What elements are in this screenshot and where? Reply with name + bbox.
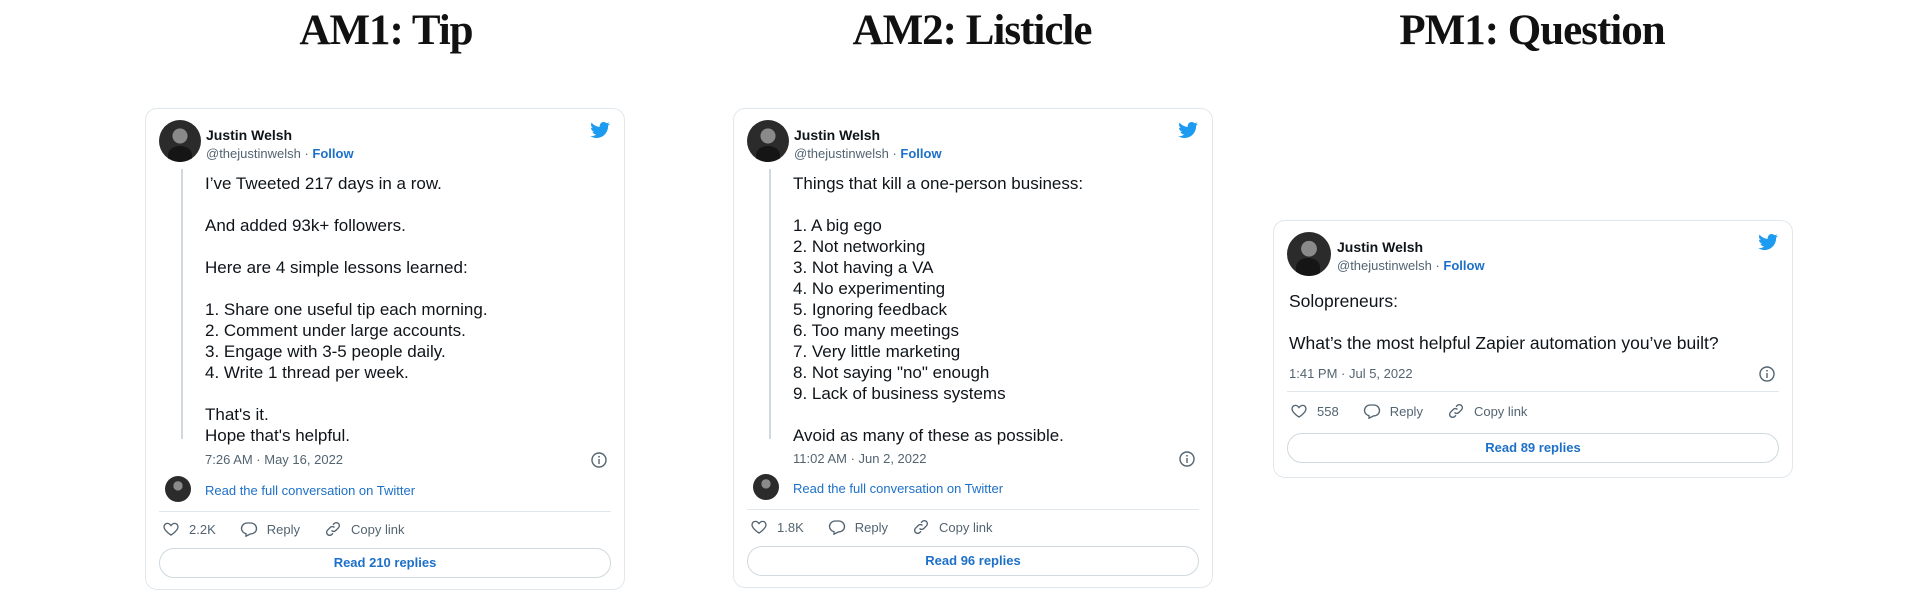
tweet-text: I’ve Tweeted 217 days in a row. And adde… — [205, 174, 488, 445]
link-icon — [325, 521, 341, 537]
divider — [1287, 391, 1779, 392]
heart-icon — [751, 520, 767, 534]
tweet-actions: 558 Reply Copy link — [1290, 401, 1527, 421]
avatar[interactable] — [159, 120, 201, 162]
reply-button[interactable]: Reply — [240, 520, 300, 538]
author-handle[interactable]: @thejustinwelsh — [206, 146, 301, 161]
reply-label: Reply — [266, 521, 300, 537]
column-title-am1: AM1: Tip — [299, 7, 473, 54]
tweet-card-am2: Justin Welsh @thejustinwelsh · Follow Th… — [733, 108, 1213, 588]
reply-label: Reply — [1389, 403, 1423, 419]
column-title-pm1: PM1: Question — [1399, 7, 1665, 54]
link-icon — [913, 519, 929, 535]
avatar[interactable] — [747, 120, 789, 162]
tweet-card-am1: Justin Welsh @thejustinwelsh · Follow I’… — [145, 108, 625, 590]
tweet-actions: 2.2K Reply Copy link — [162, 519, 404, 539]
reply-icon — [828, 520, 845, 536]
tweet-timestamp[interactable]: 1:41 PM · Jul 5, 2022 — [1289, 366, 1413, 381]
link-icon — [1448, 403, 1463, 419]
read-full-conversation-link[interactable]: Read the full conversation on Twitter — [793, 481, 1003, 496]
reply-button[interactable]: Reply — [1363, 402, 1423, 420]
tweet-timestamp[interactable]: 7:26 AM · May 16, 2022 — [205, 452, 343, 467]
copy-link-label: Copy link — [351, 521, 405, 537]
avatar — [753, 474, 779, 500]
like-button[interactable]: 1.8K — [750, 518, 804, 536]
tweet-card-pm1: Justin Welsh @thejustinwelsh · Follow So… — [1273, 220, 1793, 478]
heart-icon — [163, 522, 179, 536]
author-handle[interactable]: @thejustinwelsh — [794, 146, 889, 161]
author-handle[interactable]: @thejustinwelsh — [1337, 258, 1432, 273]
twitter-bird-icon[interactable] — [1177, 120, 1199, 140]
divider — [159, 511, 611, 512]
like-count: 558 — [1317, 403, 1339, 419]
copy-link-label: Copy link — [1473, 403, 1528, 419]
follow-link[interactable]: Follow — [1443, 258, 1484, 273]
reply-icon — [1363, 404, 1380, 420]
tweet-timestamp[interactable]: 11:02 AM · Jun 2, 2022 — [793, 451, 926, 466]
follow-link[interactable]: Follow — [312, 146, 353, 161]
author-name[interactable]: Justin Welsh — [1337, 239, 1423, 255]
column-title-am2: AM2: Listicle — [852, 7, 1093, 54]
tweet-text: Solopreneurs: What’s the most helpful Za… — [1289, 291, 1719, 353]
divider — [747, 509, 1199, 510]
avatar — [165, 476, 191, 502]
like-button[interactable]: 558 — [1290, 402, 1339, 420]
tweet-text: Things that kill a one-person business: … — [793, 174, 1084, 445]
tweet-actions: 1.8K Reply Copy link — [750, 517, 992, 537]
read-replies-button[interactable]: Read 96 replies — [747, 546, 1199, 576]
copy-link-button[interactable]: Copy link — [324, 520, 404, 538]
author-handle-row: @thejustinwelsh · Follow — [794, 146, 942, 161]
author-handle-row: @thejustinwelsh · Follow — [206, 146, 354, 161]
copy-link-button[interactable]: Copy link — [1447, 402, 1527, 420]
twitter-bird-icon[interactable] — [1757, 232, 1779, 252]
thread-line — [769, 169, 771, 439]
read-full-conversation-link[interactable]: Read the full conversation on Twitter — [205, 483, 415, 498]
author-handle-row: @thejustinwelsh · Follow — [1337, 258, 1485, 273]
follow-link[interactable]: Follow — [900, 146, 941, 161]
author-name[interactable]: Justin Welsh — [206, 127, 292, 143]
reply-button[interactable]: Reply — [828, 518, 888, 536]
copy-link-label: Copy link — [939, 519, 993, 535]
author-name[interactable]: Justin Welsh — [794, 127, 880, 143]
info-icon[interactable] — [1179, 451, 1195, 467]
like-button[interactable]: 2.2K — [162, 520, 216, 538]
copy-link-button[interactable]: Copy link — [912, 518, 992, 536]
like-count: 1.8K — [777, 519, 804, 535]
reply-icon — [240, 522, 257, 538]
like-count: 2.2K — [189, 521, 216, 537]
avatar[interactable] — [1287, 232, 1331, 276]
twitter-bird-icon[interactable] — [589, 120, 611, 140]
info-icon[interactable] — [591, 452, 607, 468]
read-replies-button[interactable]: Read 89 replies — [1287, 433, 1779, 463]
read-replies-button[interactable]: Read 210 replies — [159, 548, 611, 578]
heart-icon — [1291, 404, 1307, 418]
reply-label: Reply — [854, 519, 888, 535]
info-icon[interactable] — [1759, 366, 1775, 382]
thread-line — [181, 169, 183, 439]
